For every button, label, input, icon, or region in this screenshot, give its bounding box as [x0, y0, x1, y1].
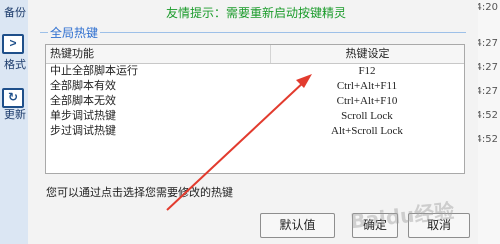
hotkey-function: 单步调试热键	[50, 110, 116, 122]
log-time: 4:52	[475, 110, 498, 121]
hotkey-function: 中止全部脚本运行	[50, 65, 138, 77]
cancel-button[interactable]: 取消	[408, 213, 470, 238]
background-log-panel: 4:20 4:27 4:27 4:27 4:52 4:52	[475, 0, 500, 244]
sidebar-item-label: 格式	[4, 59, 26, 71]
hotkey-value: F12	[358, 65, 376, 77]
hotkey-settings-dialog: 友情提示：需要重新启动按键精灵 全局热键 热键功能 热键设定 中止全部脚本运行 …	[28, 0, 478, 244]
table-header: 热键功能 热键设定	[46, 45, 464, 64]
tip-text: 友情提示：需要重新启动按键精灵	[166, 6, 347, 20]
format-icon: >	[2, 34, 24, 54]
hotkey-function: 步过调试热键	[50, 125, 116, 137]
log-time: 4:20	[475, 2, 498, 13]
table-row[interactable]: 全部脚本有效 Ctrl+Alt+F11	[46, 79, 464, 94]
hotkey-value: Ctrl+Alt+F11	[336, 80, 398, 92]
sidebar-item-label: 备份	[4, 7, 26, 19]
hotkey-value: Ctrl+Alt+F10	[336, 95, 398, 107]
left-sidebar: 备份 > 格式 ↻ 更新	[0, 0, 29, 244]
log-time: 4:27	[475, 62, 498, 73]
table-row[interactable]: 单步调试热键 Scroll Lock	[46, 109, 464, 124]
column-header-hotkey[interactable]: 热键设定	[271, 45, 464, 63]
ok-button[interactable]: 确定	[352, 213, 398, 238]
hotkey-function: 全部脚本无效	[50, 95, 116, 107]
sidebar-item-label: 更新	[4, 109, 26, 121]
group-title: 全局热键	[48, 24, 101, 41]
log-time: 4:27	[475, 86, 498, 97]
table-row[interactable]: 全部脚本无效 Ctrl+Alt+F10	[46, 94, 464, 109]
hotkey-value: Scroll Lock	[341, 110, 393, 122]
sidebar-item-backup[interactable]: 备份	[0, 4, 28, 24]
hotkey-value: Alt+Scroll Lock	[331, 125, 403, 137]
log-time: 4:52	[475, 134, 498, 145]
hotkey-table: 热键功能 热键设定 中止全部脚本运行 F12 全部脚本有效 Ctrl+Alt+F…	[45, 44, 465, 174]
column-header-function[interactable]: 热键功能	[46, 45, 271, 63]
hotkey-function: 全部脚本有效	[50, 80, 116, 92]
group-divider	[40, 32, 466, 33]
default-values-button[interactable]: 默认值	[260, 213, 335, 238]
update-icon: ↻	[2, 88, 24, 108]
table-row[interactable]: 中止全部脚本运行 F12	[46, 64, 464, 79]
instruction-text: 您可以通过点击选择您需要修改的热键	[46, 187, 233, 199]
log-time: 4:27	[475, 38, 498, 49]
sidebar-item-format[interactable]: > 格式	[0, 34, 28, 74]
sidebar-item-update[interactable]: ↻ 更新	[0, 88, 28, 124]
table-row[interactable]: 步过调试热键 Alt+Scroll Lock	[46, 124, 464, 139]
